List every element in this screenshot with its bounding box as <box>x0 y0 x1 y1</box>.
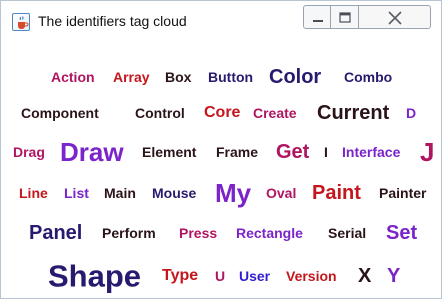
maximize-icon <box>339 12 351 23</box>
minimize-icon <box>313 20 323 22</box>
tag-line[interactable]: Line <box>19 186 48 200</box>
tag-paint[interactable]: Paint <box>312 183 361 203</box>
tag-core[interactable]: Core <box>204 105 240 121</box>
tag-u[interactable]: U <box>215 269 225 283</box>
tag-set[interactable]: Set <box>386 223 417 243</box>
minimize-button[interactable] <box>303 5 331 29</box>
tag-x[interactable]: X <box>358 266 371 286</box>
tag-i[interactable]: I <box>324 145 328 159</box>
tag-mouse[interactable]: Mouse <box>152 186 196 200</box>
tag-version[interactable]: Version <box>286 269 337 283</box>
tag-drag[interactable]: Drag <box>13 145 45 159</box>
tag-cloud: Action Array Box Button Color Combo Component C… <box>1 51 441 299</box>
tag-create[interactable]: Create <box>253 106 297 120</box>
tag-control[interactable]: Control <box>135 106 185 120</box>
tag-combo[interactable]: Combo <box>344 70 392 84</box>
tag-action[interactable]: Action <box>51 70 95 84</box>
tag-painter[interactable]: Painter <box>379 186 426 200</box>
tag-color[interactable]: Color <box>269 67 321 87</box>
tag-interface[interactable]: Interface <box>342 145 400 159</box>
tag-current[interactable]: Current <box>317 103 389 123</box>
tag-element[interactable]: Element <box>142 145 196 159</box>
tag-frame[interactable]: Frame <box>216 145 258 159</box>
tag-y[interactable]: Y <box>387 266 400 286</box>
window-title: The identifiers tag cloud <box>38 13 187 29</box>
tag-list[interactable]: List <box>64 186 89 200</box>
tag-perform[interactable]: Perform <box>102 226 156 240</box>
tag-oval[interactable]: Oval <box>266 186 296 200</box>
tag-component[interactable]: Component <box>21 106 99 120</box>
tag-j[interactable]: J <box>420 139 434 165</box>
tag-type[interactable]: Type <box>162 268 198 284</box>
tag-d[interactable]: D <box>406 106 416 120</box>
tag-my[interactable]: My <box>215 180 251 206</box>
tag-main[interactable]: Main <box>104 186 136 200</box>
close-icon <box>388 11 402 25</box>
tag-array[interactable]: Array <box>113 70 150 84</box>
tag-press[interactable]: Press <box>179 226 217 240</box>
java-cup-icon[interactable] <box>12 13 30 31</box>
tag-panel[interactable]: Panel <box>29 223 82 243</box>
tag-user[interactable]: User <box>239 269 270 283</box>
tag-serial[interactable]: Serial <box>328 226 366 240</box>
tag-shape[interactable]: Shape <box>48 261 141 292</box>
tag-button[interactable]: Button <box>208 70 253 84</box>
tag-rectangle[interactable]: Rectangle <box>236 226 303 240</box>
tag-get[interactable]: Get <box>276 142 309 162</box>
title-bar[interactable]: The identifiers tag cloud <box>1 1 441 39</box>
close-button[interactable] <box>359 5 431 29</box>
maximize-button[interactable] <box>331 5 359 29</box>
tag-draw[interactable]: Draw <box>60 139 124 165</box>
tag-box[interactable]: Box <box>165 70 191 84</box>
tag-cloud-window: The identifiers tag cloud Action Array Box… <box>0 0 442 299</box>
